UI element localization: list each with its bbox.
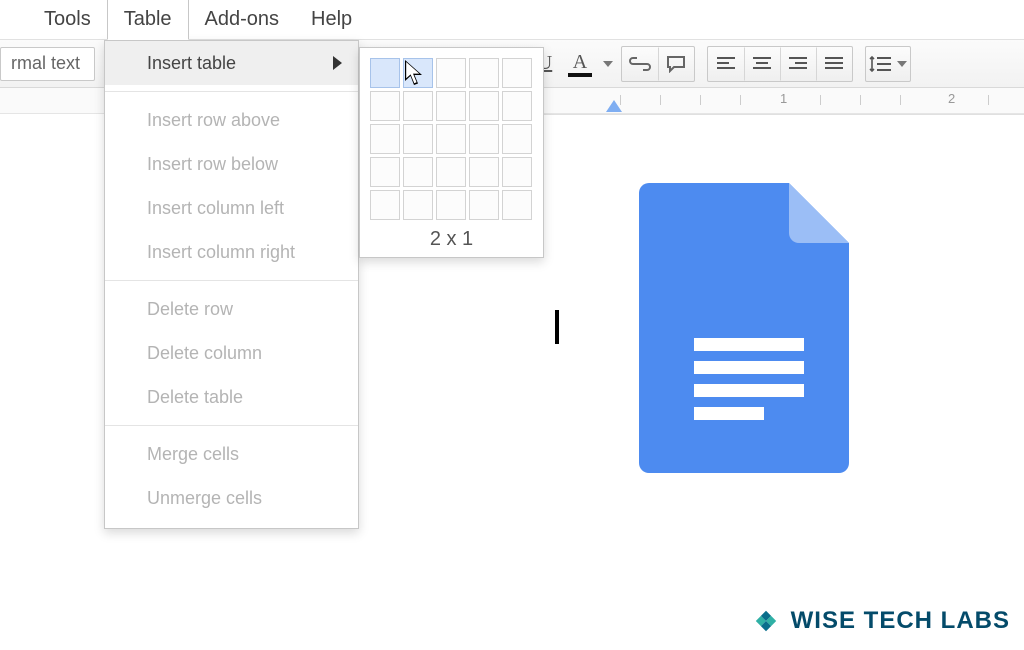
grid-cell[interactable] (436, 157, 466, 187)
menu-separator (105, 425, 358, 426)
insert-link-button[interactable] (622, 47, 658, 81)
menu-delete-table: Delete table (105, 375, 358, 419)
grid-cell[interactable] (469, 124, 499, 154)
menu-insert-table[interactable]: Insert table (105, 41, 358, 85)
grid-cell[interactable] (403, 58, 433, 88)
insert-comment-button[interactable] (658, 47, 694, 81)
grid-cell[interactable] (436, 190, 466, 220)
align-group (707, 46, 853, 82)
comment-icon (666, 55, 686, 73)
grid-cell[interactable] (370, 58, 400, 88)
menu-addons[interactable]: Add-ons (189, 0, 296, 39)
menu-unmerge-cells: Unmerge cells (105, 476, 358, 520)
menu-merge-cells: Merge cells (105, 432, 358, 476)
align-center-icon (753, 57, 771, 71)
grid-cell[interactable] (502, 58, 532, 88)
grid-cell[interactable] (436, 91, 466, 121)
grid-cell[interactable] (469, 190, 499, 220)
menu-help[interactable]: Help (295, 0, 368, 39)
text-color-button[interactable]: A (563, 47, 597, 81)
link-icon (629, 57, 651, 71)
menu-table[interactable]: Table (107, 0, 189, 40)
align-left-icon (717, 57, 735, 71)
grid-cell[interactable] (502, 190, 532, 220)
table-size-label: 2 x 1 (370, 220, 533, 251)
grid-cell[interactable] (370, 190, 400, 220)
ruler-mark-2: 2 (948, 91, 955, 106)
line-spacing-group (865, 46, 911, 82)
grid-cell[interactable] (502, 124, 532, 154)
watermark-text: WISE TECH LABS (791, 607, 1010, 635)
menu-insert-row-below: Insert row below (105, 142, 358, 186)
table-size-picker[interactable]: 2 x 1 (359, 47, 544, 258)
align-right-icon (789, 57, 807, 71)
wisetechlabs-icon (749, 604, 783, 638)
chevron-down-icon (603, 61, 613, 67)
grid-cell[interactable] (436, 124, 466, 154)
grid-cell[interactable] (502, 157, 532, 187)
ruler-mark-1: 1 (780, 91, 787, 106)
align-justify-icon (825, 57, 843, 71)
menu-tools[interactable]: Tools (28, 0, 107, 39)
menu-delete-column: Delete column (105, 331, 358, 375)
menu-delete-row: Delete row (105, 287, 358, 331)
menu-separator (105, 91, 358, 92)
grid-cell[interactable] (403, 157, 433, 187)
menu-insert-row-above: Insert row above (105, 98, 358, 142)
grid-cell[interactable] (469, 58, 499, 88)
link-group (621, 46, 695, 82)
menubar: Tools Table Add-ons Help (0, 0, 1024, 40)
watermark-logo: WISE TECH LABS (749, 604, 1010, 638)
table-dropdown-menu: Insert table Insert row above Insert row… (104, 40, 359, 529)
grid-cell[interactable] (403, 190, 433, 220)
paragraph-style-label: rmal text (11, 53, 80, 74)
chevron-down-icon (897, 61, 907, 67)
grid-cell[interactable] (469, 91, 499, 121)
text-caret (555, 310, 559, 344)
line-spacing-icon (869, 55, 891, 73)
grid-cell[interactable] (370, 157, 400, 187)
grid-cell[interactable] (436, 58, 466, 88)
line-spacing-button[interactable] (866, 47, 910, 81)
align-right-button[interactable] (780, 47, 816, 81)
grid-cell[interactable] (469, 157, 499, 187)
text-color-dropdown[interactable] (597, 47, 615, 81)
menu-insert-column-right: Insert column right (105, 230, 358, 274)
align-justify-button[interactable] (816, 47, 852, 81)
grid-cell[interactable] (403, 91, 433, 121)
grid-cell[interactable] (370, 91, 400, 121)
align-left-button[interactable] (708, 47, 744, 81)
table-size-grid[interactable] (370, 58, 533, 220)
menu-separator (105, 280, 358, 281)
menu-insert-column-left: Insert column left (105, 186, 358, 230)
google-docs-logo (639, 183, 859, 473)
grid-cell[interactable] (502, 91, 532, 121)
submenu-arrow-icon (333, 56, 342, 70)
grid-cell[interactable] (403, 124, 433, 154)
grid-cell[interactable] (370, 124, 400, 154)
paragraph-style-dropdown[interactable]: rmal text (0, 47, 95, 81)
text-color-glyph: A (573, 51, 587, 74)
align-center-button[interactable] (744, 47, 780, 81)
